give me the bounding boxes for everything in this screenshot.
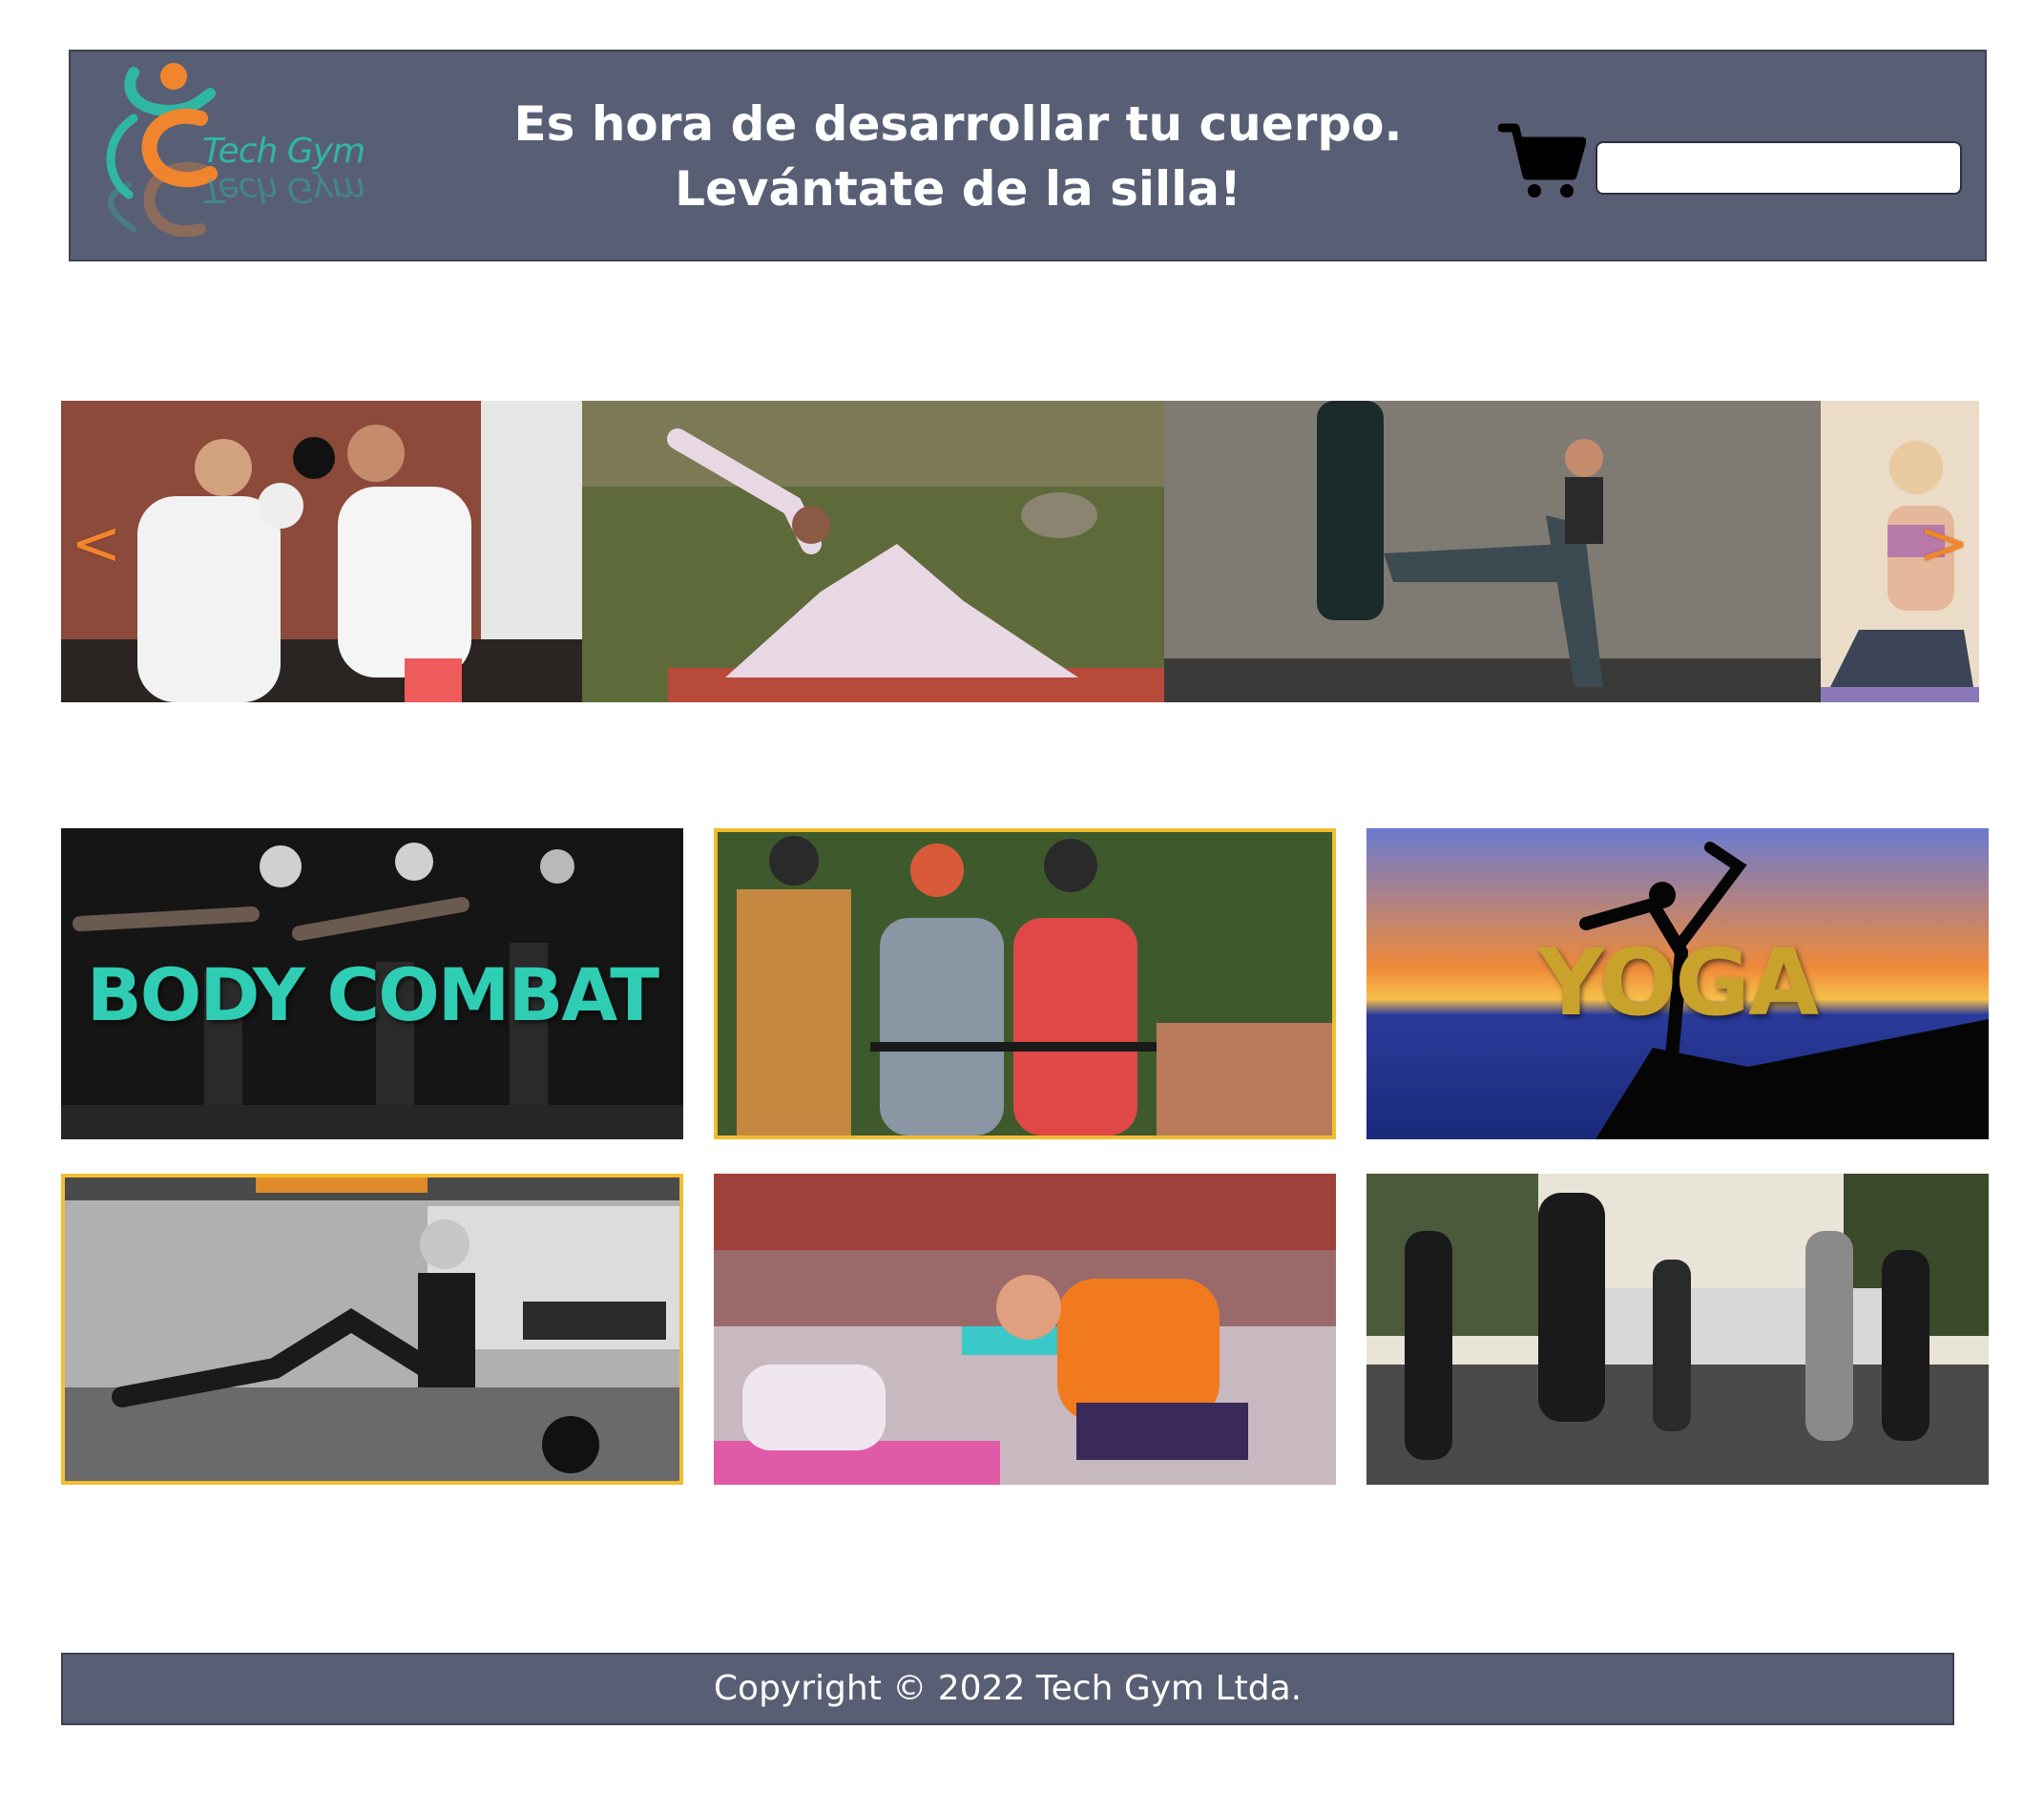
search-input[interactable]: [1596, 141, 1962, 195]
carousel-prev-button[interactable]: <: [71, 513, 122, 574]
logo-text-reflection: Tech Gym: [202, 170, 365, 209]
outdoor-running-group-photo: [1366, 1174, 1989, 1485]
functional-training-photo: [65, 1177, 679, 1481]
kickboxing-bag-photo: [1164, 401, 1821, 702]
tech-gym-logo[interactable]: Tech Gym Tech Gym: [76, 52, 372, 261]
card-yoga[interactable]: YOGA: [1366, 828, 1989, 1139]
card-stretching[interactable]: [714, 1174, 1336, 1485]
card-outdoor-running[interactable]: [1366, 1174, 1989, 1485]
yoga-label: YOGA: [1537, 929, 1820, 1036]
shopping-cart-icon[interactable]: [1497, 120, 1587, 200]
body-combat-label: BODY COMBAT: [86, 952, 659, 1037]
carousel-slide-kickboxing: [1164, 401, 1821, 702]
cycling-group-photo: [718, 832, 1332, 1136]
headline-line-1: Es hora de desarrollar tu cuerpo.: [513, 96, 1403, 152]
boxing-mitts-photo: [61, 401, 582, 702]
card-cycling[interactable]: [714, 828, 1336, 1139]
carousel-slide-boxing: [61, 401, 582, 702]
image-carousel: < >: [61, 401, 1979, 702]
page-headline: Es hora de desarrollar tu cuerpo. Levánt…: [433, 92, 1483, 221]
logo-text: Tech Gym: [202, 132, 365, 171]
stretching-class-photo: [714, 1174, 1336, 1485]
carousel-next-button[interactable]: >: [1918, 513, 1970, 574]
copyright-text: Copyright © 2022 Tech Gym Ltda.: [713, 1669, 1303, 1708]
site-footer: Copyright © 2022 Tech Gym Ltda.: [61, 1653, 1954, 1725]
site-header: Tech Gym Tech Gym Es hora de desarrollar…: [69, 50, 1987, 261]
outdoor-yoga-photo: [582, 401, 1164, 702]
carousel-slide-outdoor-yoga: [582, 401, 1164, 702]
card-functional-training[interactable]: [61, 1174, 683, 1485]
card-body-combat[interactable]: BODY COMBAT: [61, 828, 683, 1139]
headline-line-2: Levántate de la silla!: [675, 161, 1241, 217]
